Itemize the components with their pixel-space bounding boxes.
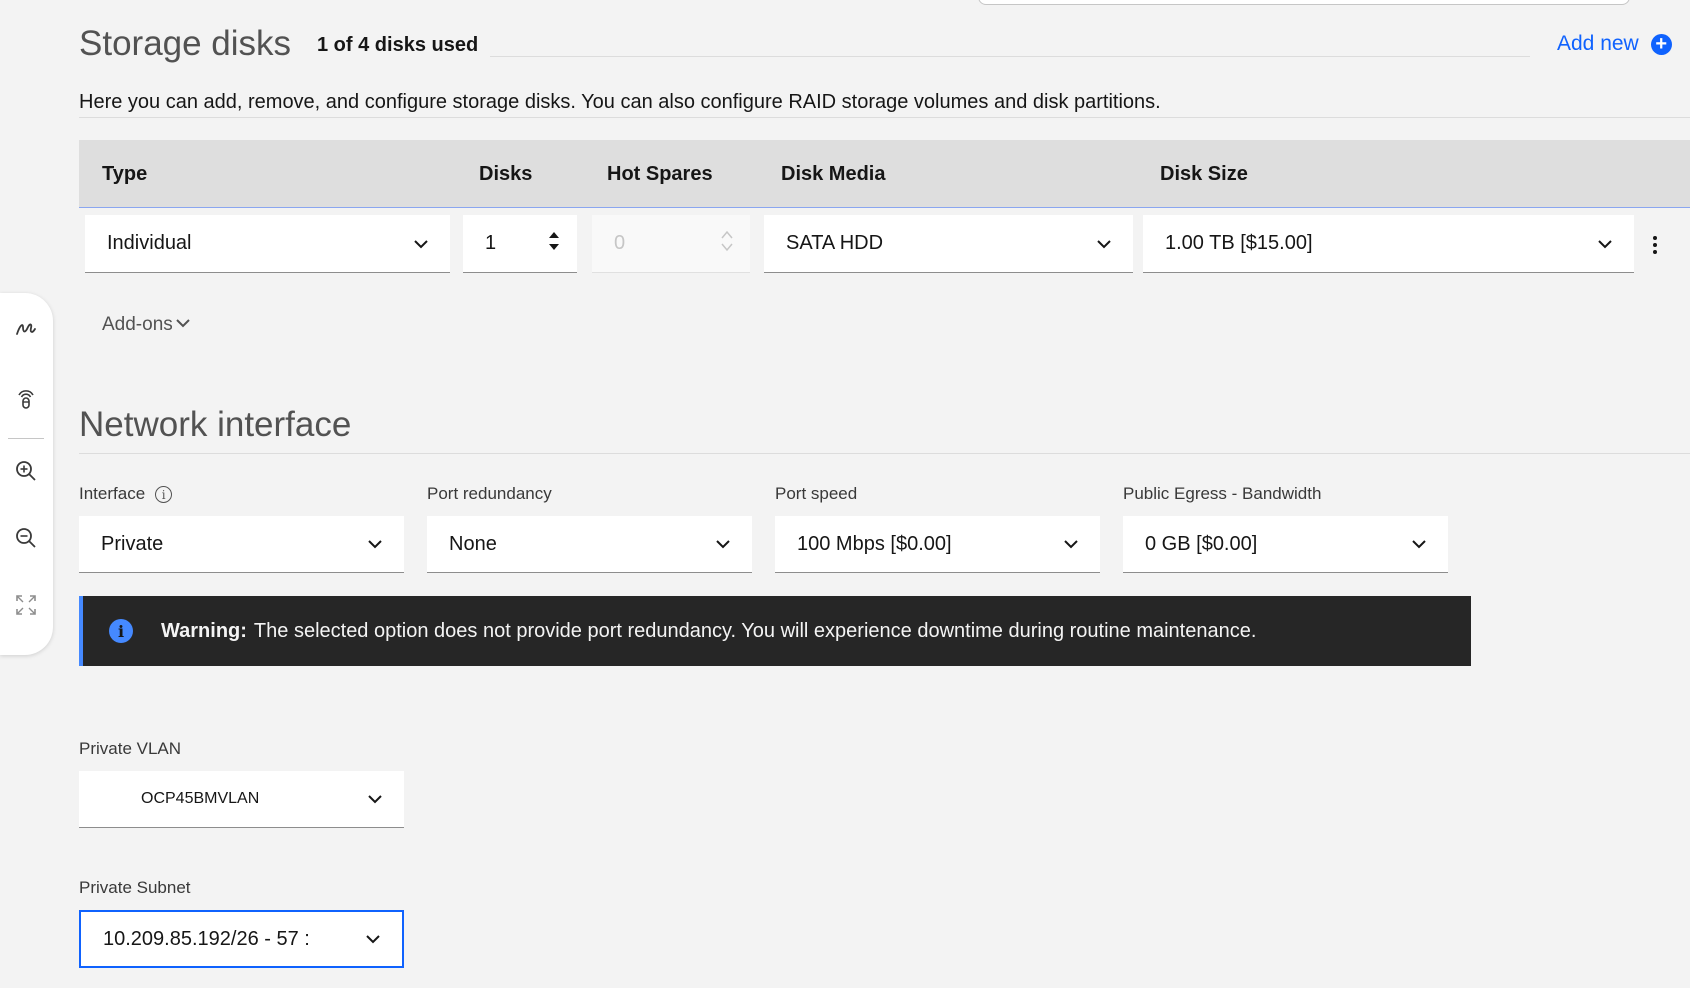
zoom-out-icon[interactable] (13, 525, 39, 551)
toolbar-divider (8, 438, 44, 439)
port-redundancy-select[interactable]: None (427, 516, 752, 573)
disks-count-value: 1 (485, 232, 497, 254)
column-header-disk-media: Disk Media (781, 163, 886, 185)
private-vlan-value: OCP45BMVLAN (141, 790, 260, 807)
interface-label-text: Interface (79, 484, 146, 503)
disk-media-select[interactable]: SATA HDD (764, 215, 1133, 273)
hot-spares-value: 0 (614, 232, 626, 254)
storage-table-header: Type Disks Hot Spares Disk Media Disk Si… (79, 140, 1690, 208)
private-subnet-select[interactable]: 10.209.85.192/26 - 57 : (79, 910, 404, 968)
disks-count-stepper[interactable]: 1 (463, 215, 577, 273)
egress-bandwidth-value: 0 GB [$0.00] (1145, 532, 1258, 555)
storage-description: Here you can add, remove, and configure … (79, 91, 1161, 113)
storage-section-title: Storage disks (79, 24, 292, 63)
chevron-down-icon (366, 932, 380, 946)
interface-select[interactable]: Private (79, 516, 404, 573)
chevron-down-icon (1097, 237, 1111, 251)
port-redundancy-warning: i Warning: The selected option does not … (79, 596, 1471, 666)
egress-bandwidth-label: Public Egress - Bandwidth (1123, 484, 1322, 503)
interface-value: Private (101, 532, 164, 555)
fullscreen-icon[interactable] (13, 592, 39, 618)
column-header-disk-size: Disk Size (1160, 163, 1248, 185)
private-vlan-label: Private VLAN (79, 739, 182, 758)
disk-media-value: SATA HDD (786, 232, 884, 254)
add-new-disk-button[interactable]: Add new + (1557, 32, 1672, 56)
port-speed-value: 100 Mbps [$0.00] (797, 532, 952, 555)
port-speed-label: Port speed (775, 484, 858, 503)
port-speed-select[interactable]: 100 Mbps [$0.00] (775, 516, 1100, 573)
add-circle-icon: + (1650, 33, 1672, 55)
network-section-title: Network interface (79, 405, 352, 444)
network-divider (79, 453, 1690, 454)
info-icon[interactable]: i (155, 486, 173, 504)
header-divider (490, 56, 1530, 57)
floating-toolbar (0, 293, 53, 655)
warning-text: The selected option does not provide por… (253, 619, 1257, 642)
chevron-down-icon (1412, 537, 1426, 551)
row-overflow-menu-icon[interactable] (1652, 236, 1658, 254)
stepper-arrows-icon[interactable] (547, 229, 561, 259)
hot-spares-stepper: 0 (592, 215, 750, 273)
chevron-down-icon (1064, 537, 1078, 551)
chevron-down-icon (414, 237, 428, 251)
zoom-in-icon[interactable] (13, 458, 39, 484)
description-divider (79, 117, 1690, 118)
port-redundancy-label: Port redundancy (427, 484, 552, 503)
disk-type-value: Individual (107, 232, 192, 254)
info-filled-icon: i (109, 619, 133, 643)
egress-bandwidth-select[interactable]: 0 GB [$0.00] (1123, 516, 1448, 573)
chevron-down-icon (176, 314, 190, 336)
draw-icon[interactable] (13, 316, 39, 342)
stepper-arrows-icon (720, 229, 734, 259)
addons-toggle[interactable]: Add-ons (102, 314, 190, 336)
chevron-down-icon (1598, 237, 1612, 251)
popup-bottom-edge (978, 0, 1630, 5)
chevron-down-icon (368, 537, 382, 551)
disk-type-select[interactable]: Individual (85, 215, 450, 273)
column-header-type: Type (102, 163, 148, 185)
port-redundancy-value: None (449, 532, 497, 555)
disk-size-value: 1.00 TB [$15.00] (1165, 232, 1313, 254)
disks-used-count: 1 of 4 disks used (317, 34, 479, 56)
column-header-hot-spares: Hot Spares (607, 163, 713, 185)
warning-title: Warning: (161, 619, 247, 642)
private-subnet-label: Private Subnet (79, 878, 191, 897)
interface-label: Interface i (79, 484, 173, 504)
private-vlan-select[interactable]: OCP45BMVLAN (79, 771, 404, 828)
add-new-label: Add new (1557, 32, 1639, 55)
addons-label: Add-ons (102, 314, 173, 335)
chevron-down-icon (716, 537, 730, 551)
private-subnet-value: 10.209.85.192/26 - 57 : (103, 927, 310, 950)
disk-size-select[interactable]: 1.00 TB [$15.00] (1143, 215, 1634, 273)
column-header-disks: Disks (479, 163, 533, 185)
chevron-down-icon (368, 792, 382, 806)
touch-icon[interactable] (13, 386, 39, 412)
